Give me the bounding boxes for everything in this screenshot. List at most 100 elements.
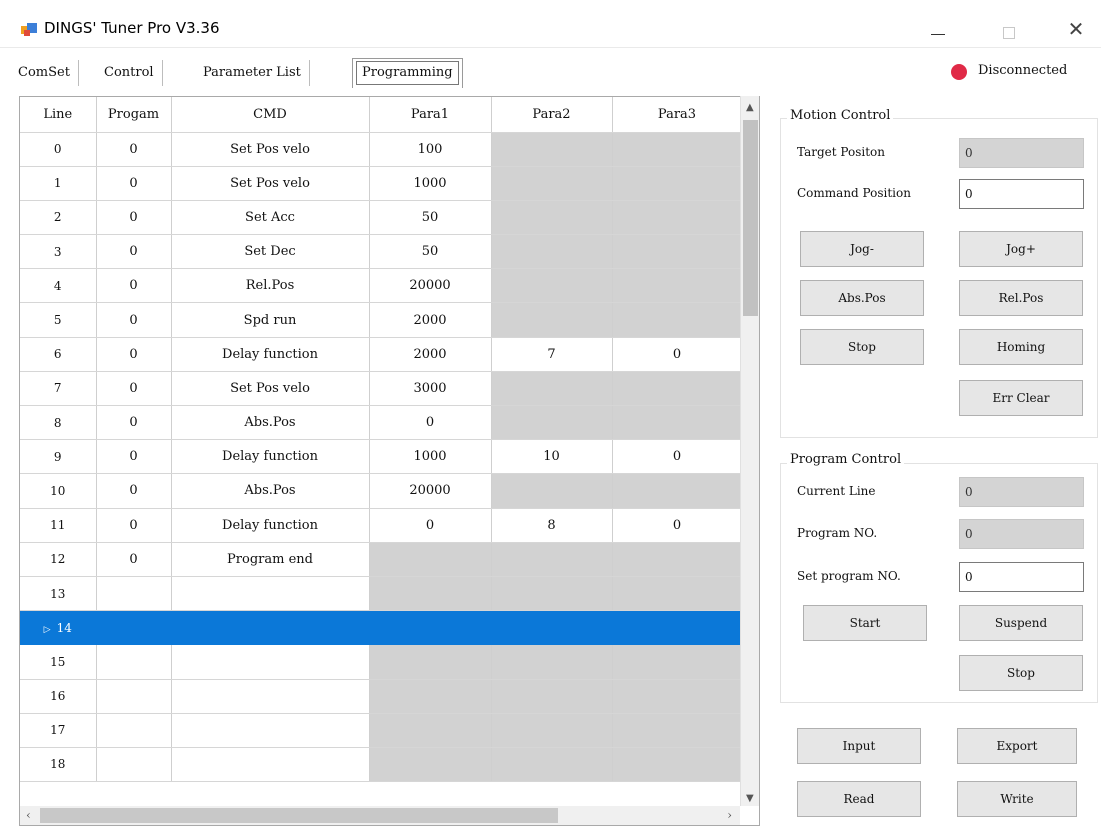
table-cell[interactable] — [612, 132, 743, 167]
table-cell[interactable] — [369, 747, 492, 783]
row-header-cell[interactable]: ▷ 14 — [20, 610, 97, 646]
table-cell[interactable]: 0 — [612, 439, 743, 475]
table-cell[interactable] — [612, 268, 743, 304]
table-cell[interactable] — [96, 713, 172, 748]
row-header-cell[interactable]: 0 — [20, 132, 97, 167]
table-cell[interactable] — [612, 166, 743, 201]
vertical-scroll-thumb[interactable] — [743, 120, 758, 316]
row-header-cell[interactable]: 9 — [20, 439, 97, 475]
row-header-cell[interactable]: 18 — [20, 747, 97, 783]
table-row[interactable]: 8 0 Abs.Pos 0 — [20, 405, 743, 441]
table-row[interactable]: 11 0 Delay function 0 8 0 — [20, 508, 743, 543]
row-header-cell[interactable]: 8 — [20, 405, 97, 441]
table-cell[interactable] — [369, 576, 492, 612]
table-cell[interactable]: Delay function — [171, 439, 370, 475]
close-button[interactable]: ✕ — [1056, 14, 1096, 44]
table-cell[interactable] — [96, 679, 172, 714]
table-cell[interactable]: 0 — [96, 200, 172, 236]
row-header-cell[interactable]: 16 — [20, 679, 97, 714]
table-row[interactable]: ▷ 14 — [20, 610, 743, 646]
motion-stop-button[interactable]: Stop — [800, 329, 924, 365]
scroll-up-icon[interactable]: ▲ — [746, 102, 754, 113]
program-stop-button[interactable]: Stop — [959, 655, 1083, 691]
table-cell[interactable]: 0 — [369, 508, 492, 543]
table-cell[interactable]: 1000 — [369, 439, 492, 475]
maximize-button[interactable] — [990, 14, 1030, 44]
table-row[interactable]: 5 0 Spd run 2000 — [20, 302, 743, 338]
table-cell[interactable] — [96, 576, 172, 612]
table-cell[interactable] — [491, 132, 613, 167]
table-cell[interactable] — [612, 405, 743, 441]
table-cell[interactable] — [171, 679, 370, 714]
table-cell[interactable]: 20000 — [369, 268, 492, 304]
table-cell[interactable]: 7 — [491, 337, 613, 372]
table-cell[interactable]: 100 — [369, 132, 492, 167]
table-cell[interactable] — [612, 302, 743, 338]
rel-pos-button[interactable]: Rel.Pos — [959, 280, 1083, 316]
start-button[interactable]: Start — [803, 605, 927, 641]
table-cell[interactable]: 50 — [369, 200, 492, 236]
row-header-cell[interactable]: 5 — [20, 302, 97, 338]
tab-parameter-list[interactable]: Parameter List — [195, 60, 310, 86]
table-row[interactable]: 10 0 Abs.Pos 20000 — [20, 473, 743, 509]
table-cell[interactable]: Set Pos velo — [171, 371, 370, 407]
row-header-cell[interactable]: 17 — [20, 713, 97, 748]
table-row[interactable]: 2 0 Set Acc 50 — [20, 200, 743, 236]
read-button[interactable]: Read — [797, 781, 921, 817]
table-cell[interactable] — [612, 610, 743, 646]
column-header-cmd[interactable]: CMD — [171, 97, 370, 133]
abs-pos-button[interactable]: Abs.Pos — [800, 280, 924, 316]
suspend-button[interactable]: Suspend — [959, 605, 1083, 641]
set-program-no-input[interactable]: 0 — [959, 562, 1084, 592]
table-cell[interactable] — [171, 644, 370, 680]
column-header-para3[interactable]: Para3 — [612, 97, 743, 133]
table-row[interactable]: 6 0 Delay function 2000 7 0 — [20, 337, 743, 372]
table-row[interactable]: 4 0 Rel.Pos 20000 — [20, 268, 743, 304]
table-cell[interactable]: 0 — [96, 508, 172, 543]
table-cell[interactable] — [491, 268, 613, 304]
homing-button[interactable]: Homing — [959, 329, 1083, 365]
table-cell[interactable]: 0 — [96, 473, 172, 509]
table-cell[interactable]: 1000 — [369, 166, 492, 201]
table-cell[interactable]: Set Dec — [171, 234, 370, 270]
table-cell[interactable]: Program end — [171, 542, 370, 577]
table-row[interactable]: 9 0 Delay function 1000 10 0 — [20, 439, 743, 475]
row-header-cell[interactable]: 11 — [20, 508, 97, 543]
table-cell[interactable] — [369, 542, 492, 577]
table-cell[interactable] — [491, 610, 613, 646]
table-cell[interactable] — [369, 713, 492, 748]
row-header-cell[interactable]: 6 — [20, 337, 97, 372]
scroll-right-icon[interactable]: › — [727, 808, 732, 822]
table-cell[interactable] — [171, 713, 370, 748]
table-cell[interactable]: 0 — [96, 268, 172, 304]
table-cell[interactable] — [369, 610, 492, 646]
table-cell[interactable] — [491, 234, 613, 270]
table-cell[interactable] — [612, 234, 743, 270]
table-cell[interactable]: 0 — [96, 371, 172, 407]
table-cell[interactable]: 0 — [96, 234, 172, 270]
err-clear-button[interactable]: Err Clear — [959, 380, 1083, 416]
table-cell[interactable] — [491, 542, 613, 577]
table-row[interactable]: 3 0 Set Dec 50 — [20, 234, 743, 270]
table-cell[interactable] — [491, 679, 613, 714]
table-cell[interactable] — [96, 747, 172, 783]
table-cell[interactable] — [612, 576, 743, 612]
column-header-para2[interactable]: Para2 — [491, 97, 613, 133]
table-cell[interactable]: 10 — [491, 439, 613, 475]
table-cell[interactable]: 3000 — [369, 371, 492, 407]
table-cell[interactable] — [612, 644, 743, 680]
table-cell[interactable]: Set Pos velo — [171, 132, 370, 167]
table-cell[interactable] — [171, 610, 370, 646]
table-cell[interactable]: 0 — [612, 508, 743, 543]
table-row[interactable]: 12 0 Program end — [20, 542, 743, 577]
table-cell[interactable]: 20000 — [369, 473, 492, 509]
table-cell[interactable]: 0 — [96, 405, 172, 441]
table-cell[interactable]: 0 — [369, 405, 492, 441]
table-cell[interactable]: Set Acc — [171, 200, 370, 236]
table-row[interactable]: 13 — [20, 576, 743, 612]
table-cell[interactable]: Rel.Pos — [171, 268, 370, 304]
table-cell[interactable]: 0 — [96, 337, 172, 372]
vertical-scrollbar[interactable]: ▲ ▼ — [740, 96, 759, 806]
table-cell[interactable] — [369, 679, 492, 714]
jog-plus-button[interactable]: Jog+ — [959, 231, 1083, 267]
